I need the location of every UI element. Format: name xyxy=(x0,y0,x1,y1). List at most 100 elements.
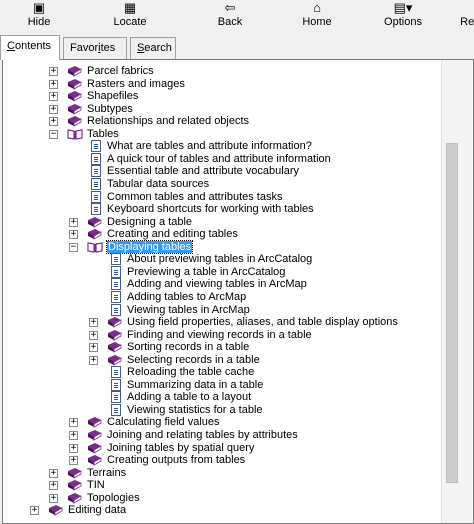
expand-icon[interactable]: + xyxy=(69,230,78,240)
tree-item[interactable]: What are tables and attribute informatio… xyxy=(3,140,441,153)
collapse-icon[interactable]: − xyxy=(69,242,78,252)
tree-item[interactable]: Viewing statistics for a table xyxy=(3,403,441,416)
expand-icon[interactable]: + xyxy=(89,330,98,340)
expand-icon[interactable]: + xyxy=(69,217,78,227)
tree-item[interactable]: + Relationships and related objects xyxy=(3,115,441,127)
tree-item-label: Designing a table xyxy=(107,215,193,228)
tree-item[interactable]: + Calculating field values xyxy=(3,416,441,428)
tree-item[interactable]: + Joining tables by spatial query xyxy=(3,442,441,454)
tree-item[interactable]: + Selecting records in a table xyxy=(3,354,441,366)
tree-item-label: Creating and editing tables xyxy=(107,228,238,241)
expand-icon[interactable]: + xyxy=(89,355,98,365)
tab-contents[interactable]: Contents xyxy=(0,35,60,60)
tree-item[interactable]: + Using field properties, aliases, and ta… xyxy=(3,316,441,328)
expand-icon[interactable]: + xyxy=(49,79,58,89)
expand-icon[interactable]: + xyxy=(69,418,78,428)
back-arrow-icon: ⇦ xyxy=(224,0,236,15)
hide-button[interactable]: ▣ Hide xyxy=(14,0,64,30)
tree-item[interactable]: + Creating outputs from tables xyxy=(3,454,441,466)
tree-item[interactable]: + Creating and editing tables xyxy=(3,228,441,240)
expand-icon[interactable]: + xyxy=(89,318,98,327)
tree-item-label: Selecting records in a table xyxy=(127,353,260,366)
tree-item-label: Essential table and attribute vocabulary xyxy=(107,165,300,178)
tree-item-label: Relationships and related objects xyxy=(87,115,250,128)
tree-item-label: Topologies xyxy=(87,491,140,504)
tree-item[interactable]: + Parcel fabrics xyxy=(3,65,441,77)
locate-icon: ▦ xyxy=(123,0,137,15)
expand-icon[interactable]: + xyxy=(69,443,78,453)
tree-item[interactable]: Adding tables to ArcMap xyxy=(3,290,441,303)
home-button[interactable]: ⌂ Home xyxy=(292,0,342,30)
tree-item[interactable]: + Designing a table xyxy=(3,216,441,228)
tree-item[interactable]: + Finding and viewing records in a table xyxy=(3,329,441,341)
tab-favorites[interactable]: Favorites xyxy=(63,37,127,59)
tree-item[interactable]: Summarizing data in a table xyxy=(3,378,441,391)
collapse-icon[interactable]: − xyxy=(49,129,58,139)
tree-item[interactable]: Previewing a table in ArcCatalog xyxy=(3,265,441,278)
locate-button[interactable]: ▦ Locate xyxy=(105,0,155,30)
tree-item-label: Tabular data sources xyxy=(107,178,210,190)
tree-item[interactable]: A quick tour of tables and attribute inf… xyxy=(3,152,441,165)
tree-item-label: Reloading the table cache xyxy=(127,366,255,379)
tree-item[interactable]: + Topologies xyxy=(3,492,441,504)
tab-search[interactable]: Search xyxy=(130,37,176,59)
help-page-icon xyxy=(111,253,121,266)
expand-icon[interactable]: + xyxy=(69,456,78,466)
tree-item[interactable]: − Tables xyxy=(3,128,441,140)
tree-item[interactable]: Keyboard shortcuts for working with tabl… xyxy=(3,203,441,216)
tree-item[interactable]: + Shapefiles xyxy=(3,90,441,102)
tree-item[interactable]: + TIN xyxy=(3,479,441,491)
open-book-icon xyxy=(67,128,83,140)
scrollbar-thumb[interactable] xyxy=(446,143,458,483)
book-icon xyxy=(67,90,82,102)
options-button[interactable]: ▤▾ Options xyxy=(378,0,428,30)
expand-icon[interactable]: + xyxy=(49,92,58,102)
tree-item-label: Summarizing data in a table xyxy=(127,378,264,391)
resources-button[interactable]: Reso xyxy=(448,0,474,30)
tree-item-label: Rasters and images xyxy=(87,77,185,90)
tree-item-label: Adding and viewing tables in ArcMap xyxy=(127,278,307,291)
help-page-icon xyxy=(111,265,121,278)
tree-item[interactable]: + Terrains xyxy=(3,467,441,479)
book-icon xyxy=(87,416,102,429)
tree-item-label: Subtypes xyxy=(87,102,133,115)
expand-icon[interactable]: + xyxy=(49,67,58,76)
tree-item[interactable]: Essential table and attribute vocabulary xyxy=(3,165,441,178)
help-page-icon xyxy=(91,190,101,203)
tree-item[interactable]: + Sorting records in a table xyxy=(3,341,441,353)
help-page-icon xyxy=(111,391,121,404)
tree-item-label: Terrains xyxy=(87,466,127,479)
tree-item[interactable]: + Joining and relating tables by attribut… xyxy=(3,429,441,441)
book-icon xyxy=(67,78,82,90)
expand-icon[interactable]: + xyxy=(49,468,58,478)
tree-item[interactable]: − Displaying tables xyxy=(3,239,441,254)
tree-item-label: Joining and relating tables by attribute… xyxy=(107,429,298,441)
tree-item[interactable]: Reloading the table cache xyxy=(3,366,441,379)
tree-item-label: Joining tables by spatial query xyxy=(107,441,255,454)
tree-item[interactable]: Tabular data sources xyxy=(3,178,441,190)
tree-item[interactable]: + Subtypes xyxy=(3,103,441,115)
expand-icon[interactable]: + xyxy=(49,493,58,503)
book-icon xyxy=(87,228,102,240)
tree-item[interactable]: Common tables and attributes tasks xyxy=(3,190,441,203)
expand-icon[interactable]: + xyxy=(69,431,78,440)
contents-panel: + Parcel fabrics + Rasters and images + Shape… xyxy=(2,59,474,524)
back-button[interactable]: ⇦ Back xyxy=(205,0,255,30)
book-icon xyxy=(67,492,82,504)
expand-icon[interactable]: + xyxy=(49,117,58,127)
tree-item-label: What are tables and attribute informatio… xyxy=(107,140,312,153)
tree-item[interactable]: + Editing data xyxy=(3,504,441,516)
tree-item[interactable]: + Rasters and images xyxy=(3,78,441,90)
tree-item[interactable]: About previewing tables in ArcCatalog xyxy=(3,253,441,266)
tree-item[interactable]: Adding and viewing tables in ArcMap xyxy=(3,278,441,291)
expand-icon[interactable]: + xyxy=(89,343,98,353)
toolbar: ▣Hide ▦Locate ⇦Back ⌂Home ▤▾Options Reso xyxy=(0,0,474,30)
tree-item-label: Tables xyxy=(87,127,119,140)
expand-icon[interactable]: + xyxy=(49,104,58,114)
expand-icon[interactable]: + xyxy=(30,506,39,516)
tree-item[interactable]: Viewing tables in ArcMap xyxy=(3,303,441,316)
tree-item[interactable]: Adding a table to a layout xyxy=(3,391,441,404)
vertical-scrollbar[interactable] xyxy=(441,60,473,523)
expand-icon[interactable]: + xyxy=(49,481,58,491)
tree-item-label: Previewing a table in ArcCatalog xyxy=(127,265,286,278)
